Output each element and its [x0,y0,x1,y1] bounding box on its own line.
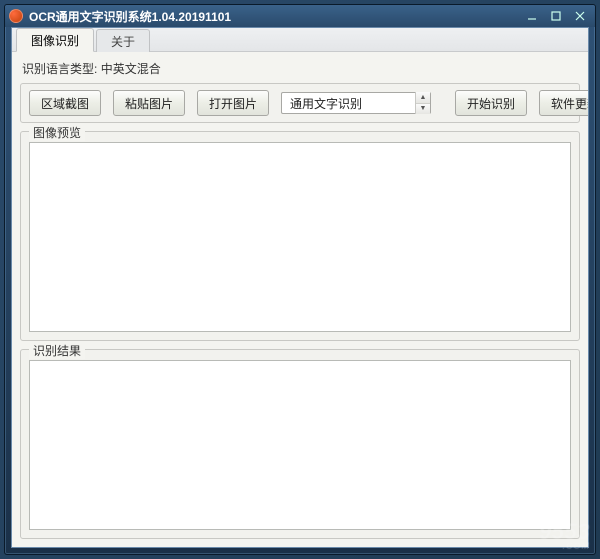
recognition-mode-select[interactable]: 通用文字识别 ▲ ▼ [281,92,431,114]
mode-up-button[interactable]: ▲ [416,92,430,104]
image-preview-group: 图像预览 [20,131,580,341]
open-image-button[interactable]: 打开图片 [197,90,269,116]
close-button[interactable] [569,8,591,24]
language-label: 识别语言类型: [22,62,97,76]
titlebar[interactable]: OCR通用文字识别系统1.04.20191101 [5,5,595,27]
toolbar: 区域截图 粘贴图片 打开图片 通用文字识别 ▲ ▼ 开始识别 软件更新 [20,83,580,123]
paste-image-button[interactable]: 粘贴图片 [113,90,185,116]
tab-content: 识别语言类型: 中英文混合 区域截图 粘贴图片 打开图片 通用文字识别 ▲ ▼ … [12,52,588,547]
language-value: 中英文混合 [101,62,161,76]
tab-about[interactable]: 关于 [96,29,150,52]
language-row: 识别语言类型: 中英文混合 [20,56,580,83]
minimize-button[interactable] [521,8,543,24]
tab-image-recognition[interactable]: 图像识别 [16,28,94,52]
image-preview-label: 图像预览 [29,124,85,141]
client-area: 图像识别 关于 识别语言类型: 中英文混合 区域截图 粘贴图片 打开图片 通用文… [11,27,589,548]
maximize-button[interactable] [545,8,567,24]
mode-down-button[interactable]: ▼ [416,104,430,115]
tabstrip: 图像识别 关于 [12,28,588,52]
window-title: OCR通用文字识别系统1.04.20191101 [29,8,519,25]
result-group: 识别结果 [20,349,580,539]
app-window: OCR通用文字识别系统1.04.20191101 图像识别 关于 识别语言类型:… [4,4,596,555]
image-preview-area[interactable] [29,142,571,332]
result-label: 识别结果 [29,342,85,359]
crop-button[interactable]: 区域截图 [29,90,101,116]
software-update-button[interactable]: 软件更新 [539,90,589,116]
app-icon [9,9,23,23]
recognition-mode-value: 通用文字识别 [282,95,415,112]
result-textarea[interactable] [29,360,571,530]
mode-spinner: ▲ ▼ [415,92,430,114]
watermark: 9553 .COM [539,519,590,551]
start-recognition-button[interactable]: 开始识别 [455,90,527,116]
